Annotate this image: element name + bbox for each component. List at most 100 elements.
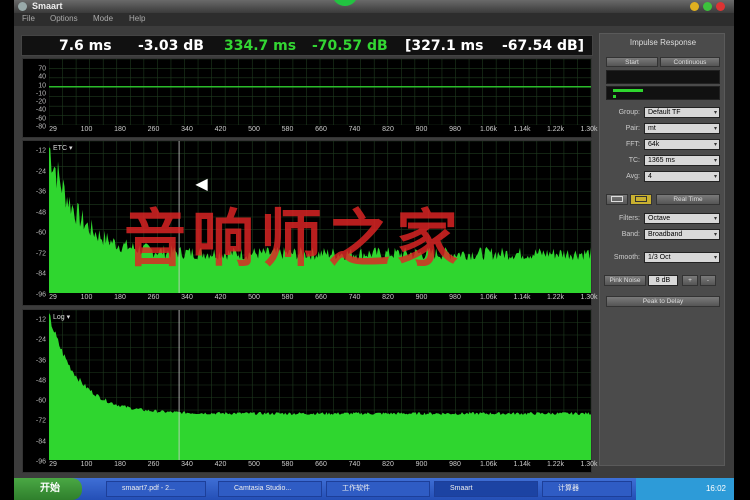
title-bar: Smaart xyxy=(14,0,734,13)
x-tick-label: 580 xyxy=(281,126,294,133)
x-tick-label: 100 xyxy=(80,461,93,468)
peak-to-delay-button[interactable]: Peak to Delay xyxy=(606,296,720,307)
minimize-icon[interactable] xyxy=(690,2,699,11)
y-tick-label: -60 xyxy=(35,115,46,123)
menu-mode[interactable]: Mode xyxy=(93,14,113,23)
menu-help[interactable]: Help xyxy=(129,14,145,23)
task-camtasia[interactable]: Camtasia Studio... xyxy=(218,481,322,497)
avg-select[interactable]: 4 ▾ xyxy=(644,171,720,182)
etc-x-axis: 29 100 180 260 340 420 500 580 660 740 820 900 980 1.… xyxy=(49,293,597,305)
tc-value: 1365 ms xyxy=(648,157,675,164)
pair-label: Pair: xyxy=(625,125,640,132)
band-select[interactable]: Broadband ▾ xyxy=(644,229,720,240)
etc-mode-selector[interactable]: ETC ▾ xyxy=(53,144,72,152)
y-tick-label: -72 xyxy=(35,250,46,258)
pair-select[interactable]: mt ▾ xyxy=(644,123,720,134)
menu-file[interactable]: File xyxy=(22,14,35,23)
x-tick-label: 820 xyxy=(382,126,394,133)
x-tick-label: 1.22k xyxy=(546,126,565,133)
y-tick-label: -48 xyxy=(35,377,46,385)
y-tick-label: -80 xyxy=(35,123,46,131)
pink-noise-button[interactable]: Pink Noise xyxy=(604,275,646,286)
group-select[interactable]: Default TF ▾ xyxy=(644,107,720,118)
app-icon xyxy=(18,2,27,11)
x-tick-label: 900 xyxy=(415,126,428,133)
y-tick-label: -12 xyxy=(35,316,46,324)
x-tick-label: 660 xyxy=(315,126,327,133)
maximize-icon[interactable] xyxy=(703,2,712,11)
y-tick-label: -84 xyxy=(35,438,46,446)
y-tick-label: 70 xyxy=(38,65,46,73)
band-label: Band: xyxy=(621,231,640,238)
x-tick-label: 340 xyxy=(181,126,193,133)
window-title: Smaart xyxy=(32,1,63,11)
x-tick-label: 29 xyxy=(49,126,57,133)
x-tick-label: 900 xyxy=(415,294,428,301)
chevron-down-icon: ▾ xyxy=(713,126,717,132)
x-tick-label: 29 xyxy=(49,461,57,468)
task-calculator[interactable]: 计算器 xyxy=(542,481,632,497)
y-tick-label: -96 xyxy=(35,458,46,466)
x-tick-label: 820 xyxy=(382,461,394,468)
log-plot[interactable]: -12 -24 -36 -48 -60 -72 -84 -96 29 100 180 260 340 4… xyxy=(22,309,598,473)
panel-title: Impulse Response xyxy=(629,38,697,47)
signal-plot[interactable]: 70 40 10 -10 -20 -40 -60 -80 29 100 180 260 340 420 5… xyxy=(22,58,598,138)
record-indicator[interactable] xyxy=(332,0,358,6)
y-tick-label: -24 xyxy=(35,168,46,176)
task-smaart[interactable]: Smaart xyxy=(434,481,538,497)
fft-value: 64k xyxy=(648,141,660,148)
continuous-button[interactable]: Continuous xyxy=(660,57,720,67)
x-tick-label: 340 xyxy=(181,294,193,301)
y-tick-label: -12 xyxy=(35,147,46,155)
start-button[interactable]: 开始 xyxy=(14,478,82,500)
x-tick-label: 1.30k xyxy=(580,294,598,301)
view-split-button[interactable] xyxy=(630,194,652,205)
signal-x-axis: 29 100 180 260 340 420 500 580 660 740 820 900 980 1.… xyxy=(49,125,597,137)
x-tick-label: 740 xyxy=(348,126,361,133)
task-folder[interactable]: 工作软件 xyxy=(326,481,430,497)
x-tick-label: 29 xyxy=(49,294,57,301)
start-button[interactable]: Start xyxy=(606,57,658,67)
x-tick-label: 260 xyxy=(147,461,160,468)
x-tick-label: 420 xyxy=(214,294,227,301)
y-tick-label: -72 xyxy=(35,417,46,425)
log-x-axis: 29 100 180 260 340 420 500 580 660 740 820 900 980 1.… xyxy=(49,460,597,472)
smooth-select[interactable]: 1/3 Oct ▾ xyxy=(644,252,720,263)
real-time-button[interactable]: Real Time xyxy=(656,194,720,205)
clock: 16:02 xyxy=(705,484,726,493)
log-mode-selector[interactable]: Log ▾ xyxy=(53,313,70,321)
x-tick-label: 180 xyxy=(114,294,126,301)
view-single-button[interactable] xyxy=(606,194,628,205)
menu-options[interactable]: Options xyxy=(50,14,78,23)
filters-select[interactable]: Octave ▾ xyxy=(644,213,720,224)
pink-noise-down-button[interactable]: - xyxy=(700,275,716,286)
y-tick-label: -84 xyxy=(35,270,46,278)
pair-value: mt xyxy=(648,125,656,132)
plot-canvas xyxy=(49,310,591,460)
x-tick-label: 980 xyxy=(449,461,461,468)
chevron-down-icon: ▾ xyxy=(713,142,717,148)
pink-noise-level[interactable]: 8 dB xyxy=(648,275,678,286)
chevron-down-icon: ▾ xyxy=(713,232,717,238)
log-y-axis: -12 -24 -36 -48 -60 -72 -84 -96 xyxy=(23,310,49,472)
x-tick-label: 100 xyxy=(80,126,93,133)
signal-plot-area[interactable] xyxy=(49,59,591,125)
close-icon[interactable] xyxy=(716,2,725,11)
fft-select[interactable]: 64k ▾ xyxy=(644,139,720,150)
readout-time-2: 334.7 ms xyxy=(224,38,297,54)
x-tick-label: 500 xyxy=(248,461,260,468)
avg-value: 4 xyxy=(648,173,652,180)
task-label: 计算器 xyxy=(558,485,579,492)
chevron-down-icon: ▾ xyxy=(713,158,717,164)
readout-level-delta: -67.54 dB] xyxy=(502,38,585,54)
task-label: smaart7.pdf - 2... xyxy=(122,485,175,492)
task-label: Smaart xyxy=(450,485,473,492)
tc-select[interactable]: 1365 ms ▾ xyxy=(644,155,720,166)
task-pdf[interactable]: smaart7.pdf - 2... xyxy=(106,481,206,497)
cursor-readout: 7.6 ms -3.03 dB 334.7 ms -70.57 dB [327.… xyxy=(21,35,593,56)
pink-noise-up-button[interactable]: + xyxy=(682,275,698,286)
log-plot-area[interactable] xyxy=(49,310,591,460)
meter-bar-right xyxy=(613,95,616,98)
x-tick-label: 180 xyxy=(114,126,126,133)
x-tick-label: 100 xyxy=(80,294,93,301)
